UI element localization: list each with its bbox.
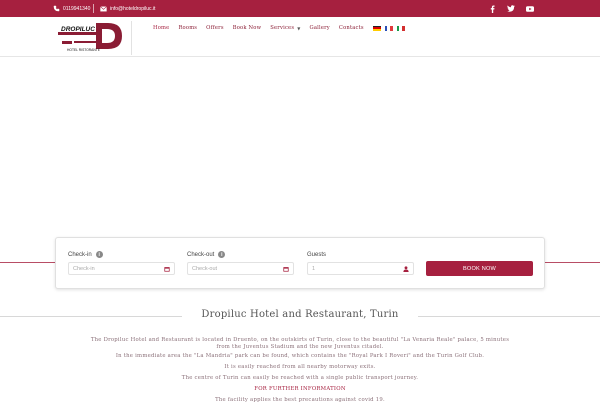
guests-value: 1 bbox=[312, 265, 316, 272]
user-icon bbox=[403, 265, 409, 272]
checkin-field: Check-in i Check-in bbox=[68, 250, 175, 275]
checkin-input[interactable]: Check-in bbox=[68, 262, 175, 275]
nav-item-book-now[interactable]: Book Now bbox=[233, 25, 262, 31]
section-title-row: Dropiluc Hotel and Restaurant, Turin bbox=[0, 309, 600, 323]
calendar-icon bbox=[164, 266, 170, 272]
guests-label: Guests bbox=[307, 251, 327, 258]
book-now-button[interactable]: BOOK NOW bbox=[426, 261, 533, 276]
intro-paragraph-1-line-2: from the Juventus Stadium and the new Ju… bbox=[216, 343, 384, 350]
intro-paragraph-2: In the immediate area the "La Mandria" p… bbox=[115, 353, 485, 359]
envelope-icon bbox=[100, 5, 107, 12]
further-info-link[interactable]: FOR FURTHER INFORMATION bbox=[40, 386, 560, 393]
checkout-placeholder: Check-out bbox=[192, 265, 218, 272]
email-contact[interactable]: info@hoteldropiluc.it bbox=[100, 0, 155, 17]
checkout-input[interactable]: Check-out bbox=[187, 262, 294, 275]
guests-input[interactable]: 1 bbox=[307, 262, 414, 275]
info-icon[interactable]: i bbox=[95, 251, 103, 258]
chevron-down-icon: ▼ bbox=[297, 25, 301, 31]
social-links bbox=[488, 0, 534, 17]
logo-text: DROPILUC bbox=[61, 26, 95, 33]
nav-item-services[interactable]: Services ▼ bbox=[270, 25, 300, 31]
intro-paragraph-1: The Dropiluc Hotel and Restaurant is loc… bbox=[40, 337, 560, 350]
nav-item-contacts[interactable]: Contacts bbox=[339, 25, 364, 31]
title-rule-right bbox=[418, 316, 600, 317]
info-icon[interactable]: i bbox=[218, 251, 226, 258]
flag-it-icon[interactable] bbox=[396, 25, 405, 31]
flag-fr-icon[interactable] bbox=[384, 25, 393, 31]
intro-paragraph-3: It is easily reached from all nearby mot… bbox=[224, 364, 376, 370]
phone-contact[interactable]: 0119941340 bbox=[53, 0, 90, 17]
checkin-placeholder: Check-in bbox=[73, 265, 95, 272]
nav-item-offers[interactable]: Offers bbox=[206, 25, 224, 31]
email-address: info@hoteldropiluc.it bbox=[110, 5, 156, 12]
booking-form: Check-in i Check-in Check-out i Check-ou… bbox=[55, 237, 545, 289]
guests-field: Guests 1 bbox=[307, 250, 414, 275]
flag-de-icon[interactable] bbox=[372, 25, 381, 31]
intro-paragraph-1-line-1: The Dropiluc Hotel and Restaurant is loc… bbox=[90, 337, 510, 343]
phone-icon bbox=[53, 5, 60, 12]
site-header: DROPILUC HOTEL RISTORANTE Home Rooms Off… bbox=[0, 17, 600, 57]
intro-paragraph-4: The centre of Turin can easily be reache… bbox=[181, 375, 419, 381]
nav-item-rooms[interactable]: Rooms bbox=[178, 25, 197, 31]
hero-banner bbox=[0, 58, 600, 262]
calendar-icon bbox=[283, 266, 289, 272]
facebook-icon[interactable] bbox=[488, 4, 496, 13]
header-divider bbox=[131, 21, 132, 55]
site-logo[interactable]: DROPILUC HOTEL RISTORANTE bbox=[56, 21, 124, 55]
checkout-field: Check-out i Check-out bbox=[187, 250, 294, 275]
nav-item-home[interactable]: Home bbox=[153, 25, 169, 31]
topbar-divider bbox=[93, 4, 94, 13]
logo-subtitle: HOTEL RISTORANTE bbox=[67, 48, 101, 52]
twitter-icon[interactable] bbox=[507, 5, 515, 13]
nav-item-services-label: Services bbox=[270, 25, 295, 31]
checkout-label: Check-out bbox=[187, 251, 215, 258]
phone-number: 0119941340 bbox=[63, 5, 91, 12]
nav-item-gallery[interactable]: Gallery bbox=[309, 25, 329, 31]
intro-paragraph-5: The facility applies the best precaution… bbox=[215, 397, 385, 403]
main-nav: Home Rooms Offers Book Now Services ▼ Ga… bbox=[153, 25, 409, 31]
top-bar: 0119941340 info@hoteldropiluc.it bbox=[0, 0, 600, 17]
checkin-label: Check-in bbox=[68, 251, 92, 258]
page-title: Dropiluc Hotel and Restaurant, Turin bbox=[201, 309, 399, 320]
youtube-icon[interactable] bbox=[526, 5, 534, 13]
